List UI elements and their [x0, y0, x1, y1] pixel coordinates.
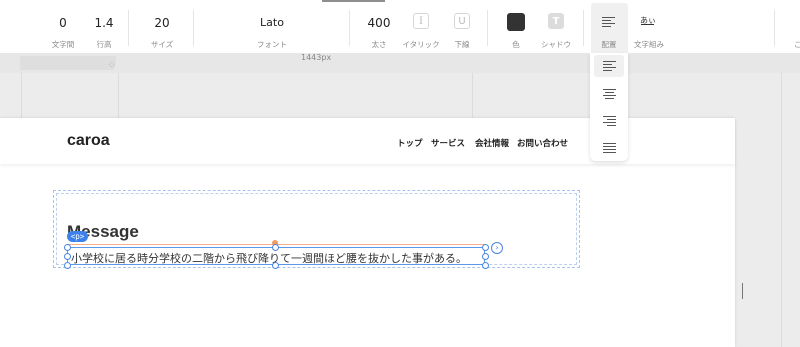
- underline-icon: U: [454, 13, 470, 29]
- canvas-ruler: [0, 53, 800, 73]
- chevron-right-icon[interactable]: ›: [491, 242, 503, 254]
- font-size-value: 20: [154, 16, 170, 30]
- toolbar-separator: [487, 10, 488, 46]
- toolbar-separator: [349, 10, 350, 46]
- resize-handle[interactable]: [64, 244, 71, 251]
- font-family-control[interactable]: Lato フォント: [250, 0, 294, 53]
- align-left-icon: [602, 17, 615, 29]
- writing-arrow-icon: [641, 24, 654, 25]
- resize-handle[interactable]: [272, 262, 279, 269]
- nav-item-top[interactable]: トップ: [397, 137, 423, 149]
- shadow-button[interactable]: T シャドウ: [541, 0, 571, 53]
- align-option-center[interactable]: [594, 83, 624, 105]
- canvas-width-label: 1443px: [301, 53, 332, 62]
- writing-mode-label: 文字組み: [634, 40, 664, 49]
- toolbar-separator: [193, 10, 194, 46]
- align-left-icon: [603, 61, 616, 73]
- writing-mode-button[interactable]: あぃ 文字組み: [634, 0, 664, 53]
- align-right-icon: [603, 116, 616, 128]
- resize-handle[interactable]: [64, 253, 71, 260]
- align-button[interactable]: 配置: [594, 0, 624, 53]
- toolbar-separator: [128, 10, 129, 46]
- resize-handle[interactable]: [272, 244, 279, 251]
- italic-icon: I: [413, 13, 429, 29]
- line-height-label: 行高: [96, 40, 112, 49]
- element-tag-badge[interactable]: <p>: [67, 231, 88, 242]
- ruler-tab[interactable]: [20, 56, 116, 70]
- resize-handle[interactable]: [482, 244, 489, 251]
- grid-line: [472, 73, 473, 118]
- letter-spacing-control[interactable]: 0 文字間: [49, 0, 77, 53]
- style-toolbar: 0 文字間 1.4 行高 20 サイズ Lato フォント 400 太さ I イ…: [0, 0, 800, 54]
- align-justify-icon: [603, 143, 616, 155]
- font-size-label: サイズ: [150, 40, 174, 49]
- font-size-control[interactable]: 20 サイズ: [147, 0, 177, 53]
- color-button[interactable]: 色: [503, 0, 529, 53]
- italic-label: イタリック: [402, 40, 440, 49]
- color-swatch: [507, 13, 525, 31]
- nav-item-company[interactable]: 会社情報: [475, 137, 509, 149]
- resize-handle[interactable]: [64, 262, 71, 269]
- underline-button[interactable]: U 下線: [449, 0, 475, 53]
- resize-handle[interactable]: [482, 262, 489, 269]
- font-weight-label: 太さ: [371, 40, 387, 49]
- italic-button[interactable]: I イタリック: [402, 0, 440, 53]
- section-paragraph[interactable]: 小学校に居る時分学校の二階から飛び降りて一週間ほど腰を抜かした事がある。: [71, 250, 467, 266]
- letter-spacing-value: 0: [59, 16, 67, 30]
- site-logo[interactable]: caroa: [67, 132, 110, 150]
- grid-line: [21, 73, 22, 118]
- font-weight-control[interactable]: 400 太さ: [364, 0, 394, 53]
- grid-line: [781, 73, 782, 347]
- toolbar-separator: [774, 10, 775, 46]
- align-center-icon: [603, 89, 616, 101]
- line-height-control[interactable]: 1.4 行高: [90, 0, 118, 53]
- font-weight-value: 400: [367, 16, 391, 30]
- align-option-left[interactable]: [594, 55, 624, 77]
- ruler-tab-icon: ◌: [109, 61, 115, 68]
- toolbar-overflow-label: こ: [794, 40, 800, 49]
- nav-item-contact[interactable]: お問い合わせ: [517, 137, 568, 149]
- align-option-justify[interactable]: [594, 138, 624, 160]
- grid-line: [118, 73, 119, 118]
- nav-item-services[interactable]: サービス: [431, 137, 465, 149]
- font-family-label: フォント: [257, 40, 287, 49]
- scroll-indicator: [742, 283, 743, 299]
- font-family-value: Lato: [260, 16, 284, 29]
- underline-label: 下線: [454, 40, 470, 49]
- line-height-value: 1.4: [94, 16, 114, 30]
- shadow-label: シャドウ: [541, 40, 571, 49]
- align-option-right[interactable]: [594, 110, 624, 132]
- resize-handle[interactable]: [482, 253, 489, 260]
- shadow-icon: T: [548, 13, 564, 29]
